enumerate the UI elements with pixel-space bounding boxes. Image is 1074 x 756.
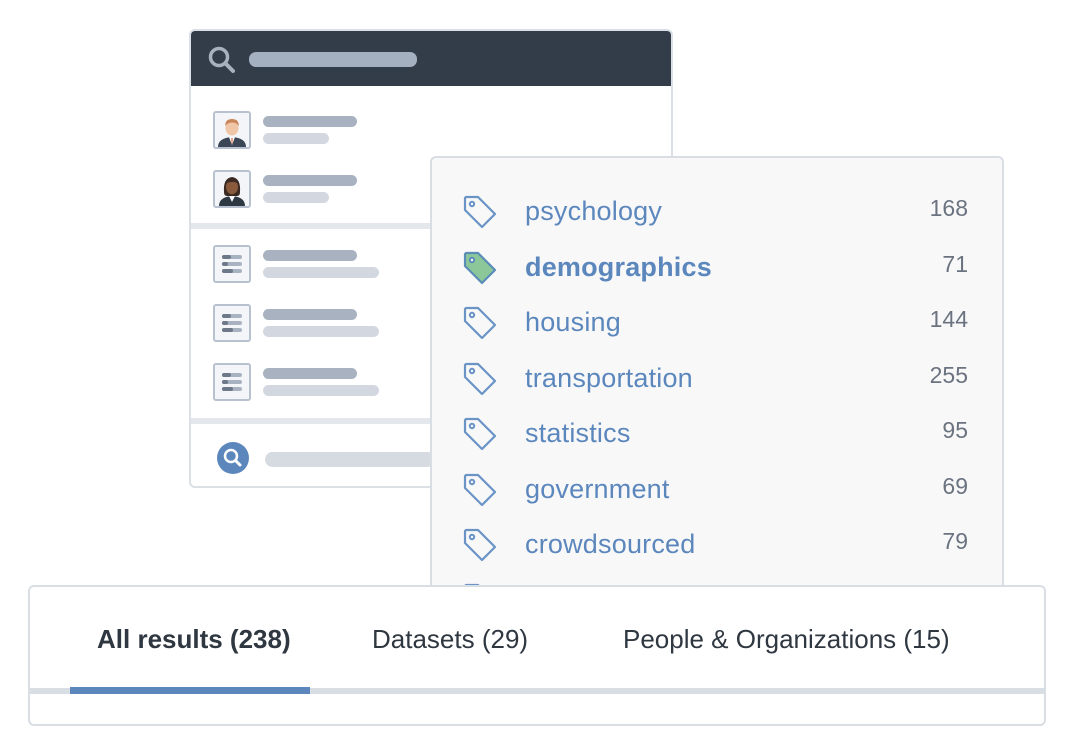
dataset-icon: [213, 245, 251, 283]
name-placeholder: [263, 116, 357, 127]
tab-datasets[interactable]: Datasets (29): [372, 624, 528, 655]
person-avatar: [213, 170, 251, 208]
result-tabs-card: All results (238) Datasets (29) People &…: [28, 585, 1046, 726]
subtitle-placeholder: [263, 192, 329, 203]
tag-label: government: [525, 474, 670, 504]
tag-item-statistics[interactable]: statistics 95: [432, 412, 1002, 460]
tag-item-demographics[interactable]: demographics 71: [432, 246, 1002, 294]
tag-count: 168: [929, 195, 968, 221]
search-circle-icon[interactable]: [216, 441, 250, 475]
title-placeholder: [263, 250, 357, 261]
active-tab-indicator: [70, 687, 310, 694]
tag-icon: [463, 473, 497, 507]
tag-count: 79: [942, 528, 968, 554]
title-placeholder: [263, 309, 357, 320]
tag-count: 95: [942, 417, 968, 443]
search-icon[interactable]: [207, 45, 237, 75]
tag-item-transportation[interactable]: transportation 255: [432, 357, 1002, 405]
subtitle-placeholder: [263, 326, 379, 337]
tag-label: crowdsourced: [525, 529, 696, 559]
subtitle-placeholder: [263, 267, 379, 278]
tag-count: 71: [942, 251, 968, 277]
person-result[interactable]: [191, 111, 671, 161]
see-all-results-placeholder[interactable]: [265, 452, 435, 467]
search-query-placeholder[interactable]: [249, 52, 417, 67]
dataset-icon: [213, 304, 251, 342]
tag-label: housing: [525, 307, 621, 337]
dataset-icon: [213, 363, 251, 401]
tag-count: 144: [929, 306, 968, 332]
tag-count: 255: [929, 362, 968, 388]
name-placeholder: [263, 175, 357, 186]
tag-label: statistics: [525, 418, 631, 448]
tag-label: psychology: [525, 196, 663, 226]
tag-item-housing[interactable]: housing 144: [432, 301, 1002, 349]
tag-icon: [463, 528, 497, 562]
subtitle-placeholder: [263, 133, 329, 144]
tab-all-results[interactable]: All results (238): [97, 624, 291, 655]
tag-label: transportation: [525, 363, 693, 393]
tab-people-organizations[interactable]: People & Organizations (15): [623, 624, 950, 655]
tag-icon: [463, 417, 497, 451]
title-placeholder: [263, 368, 357, 379]
subtitle-placeholder: [263, 385, 379, 396]
tag-icon: [463, 306, 497, 340]
tag-icon: [463, 362, 497, 396]
search-header[interactable]: [191, 31, 671, 86]
tag-icon: [463, 195, 497, 229]
person-avatar: [213, 111, 251, 149]
tag-selected-icon: [463, 251, 497, 285]
tag-item-crowdsourced[interactable]: crowdsourced 79: [432, 523, 1002, 571]
tag-item-government[interactable]: government 69: [432, 468, 1002, 516]
tag-suggestions-dropdown: psychology 168 demographics 71 housing 1…: [430, 156, 1004, 596]
tag-item-psychology[interactable]: psychology 168: [432, 190, 1002, 238]
tag-count: 69: [942, 473, 968, 499]
tag-label: demographics: [525, 252, 712, 282]
